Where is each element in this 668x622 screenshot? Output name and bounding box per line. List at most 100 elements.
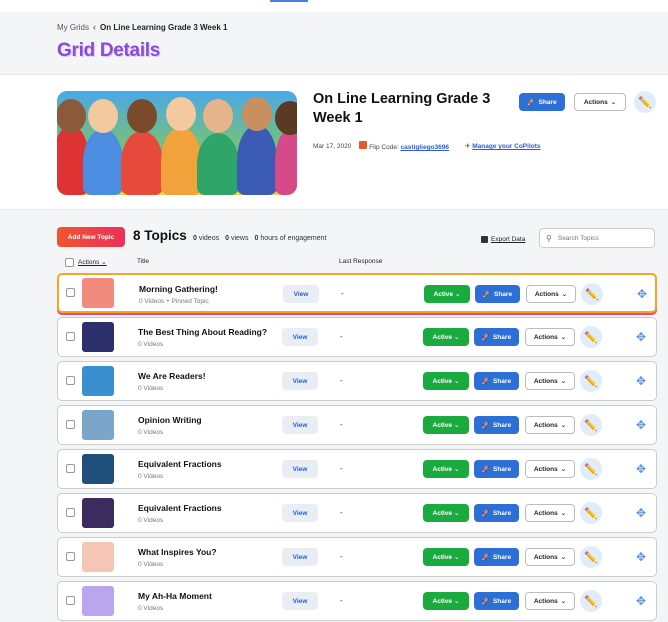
topic-edit-button[interactable]: ✏️ <box>581 283 603 305</box>
status-active-dropdown[interactable]: Active ⌄ <box>423 548 469 566</box>
view-button[interactable]: View <box>282 372 318 390</box>
topic-actions-dropdown[interactable]: Actions ⌄ <box>526 285 576 303</box>
topic-share-button[interactable]: 🚀 Share <box>474 592 519 610</box>
topic-thumbnail[interactable] <box>82 498 114 528</box>
topic-thumbnail[interactable] <box>82 322 114 352</box>
row-checkbox[interactable] <box>66 288 75 297</box>
actions-column-header[interactable]: Actions ⌄ <box>78 258 107 266</box>
chevron-down-icon: ⌄ <box>560 466 567 473</box>
topic-row[interactable]: What Inspires You? 0 Videos View - Activ… <box>57 537 657 577</box>
topic-thumbnail[interactable] <box>82 454 114 484</box>
last-response-value: - <box>340 552 343 561</box>
topic-actions-dropdown[interactable]: Actions ⌄ <box>525 328 575 346</box>
breadcrumb-parent[interactable]: My Grids <box>57 23 89 32</box>
status-active-dropdown[interactable]: Active ⌄ <box>424 285 470 303</box>
topic-title[interactable]: Equivalent Fractions <box>138 503 222 513</box>
status-active-dropdown[interactable]: Active ⌄ <box>423 416 469 434</box>
manage-copilots-link[interactable]: Manage your CoPilots <box>472 143 540 150</box>
topic-title[interactable]: We Are Readers! <box>138 371 206 381</box>
status-active-dropdown[interactable]: Active ⌄ <box>423 328 469 346</box>
topic-thumbnail[interactable] <box>82 542 114 572</box>
topic-title[interactable]: Equivalent Fractions <box>138 459 222 469</box>
topic-actions-dropdown[interactable]: Actions ⌄ <box>525 372 575 390</box>
row-checkbox[interactable] <box>66 464 75 473</box>
topic-row[interactable]: Morning Gathering! 0 Videos + Pinned Top… <box>57 273 657 313</box>
topic-actions-dropdown[interactable]: Actions ⌄ <box>525 504 575 522</box>
topic-row[interactable]: We Are Readers! 0 Videos View - Active ⌄ … <box>57 361 657 401</box>
row-checkbox[interactable] <box>66 332 75 341</box>
status-active-dropdown[interactable]: Active ⌄ <box>423 460 469 478</box>
view-button[interactable]: View <box>282 548 318 566</box>
move-arrows-icon[interactable]: ✥ <box>636 462 646 476</box>
topic-title[interactable]: The Best Thing About Reading? <box>138 327 267 337</box>
topic-actions-dropdown[interactable]: Actions ⌄ <box>525 416 575 434</box>
move-arrows-icon[interactable]: ✥ <box>636 374 646 388</box>
move-arrows-icon[interactable]: ✥ <box>636 506 646 520</box>
topic-actions-dropdown[interactable]: Actions ⌄ <box>525 460 575 478</box>
topic-share-button[interactable]: 🚀 Share <box>474 548 519 566</box>
chevron-down-icon: ⌄ <box>561 291 568 298</box>
move-arrows-icon[interactable]: ✥ <box>637 287 647 301</box>
topic-row[interactable]: My Ah-Ha Moment 0 Videos View - Active ⌄ … <box>57 581 657 621</box>
topic-edit-button[interactable]: ✏️ <box>580 458 602 480</box>
rocket-icon: 🚀 <box>481 334 490 341</box>
topic-edit-button[interactable]: ✏️ <box>580 502 602 524</box>
breadcrumb-current: On Line Learning Grade 3 Week 1 <box>100 22 228 32</box>
topic-row[interactable]: Equivalent Fractions 0 Videos View - Act… <box>57 449 657 489</box>
export-data-link[interactable]: Export Data <box>481 236 525 243</box>
row-checkbox[interactable] <box>66 552 75 561</box>
topic-thumbnail[interactable] <box>82 586 114 616</box>
grid-share-button[interactable]: 🚀 Share <box>519 93 565 111</box>
grid-actions-dropdown[interactable]: Actions ⌄ <box>574 93 626 111</box>
grid-edit-button[interactable]: ✏️ <box>634 91 656 113</box>
topic-thumbnail[interactable] <box>82 410 114 440</box>
status-active-dropdown[interactable]: Active ⌄ <box>423 592 469 610</box>
topic-row[interactable]: The Best Thing About Reading? 0 Videos V… <box>57 317 657 357</box>
topic-share-button[interactable]: 🚀 Share <box>474 416 519 434</box>
view-button[interactable]: View <box>282 504 318 522</box>
row-checkbox[interactable] <box>66 420 75 429</box>
view-button[interactable]: View <box>283 285 319 303</box>
view-button[interactable]: View <box>282 416 318 434</box>
topic-thumbnail[interactable] <box>82 278 114 308</box>
topic-title[interactable]: Morning Gathering! <box>139 284 218 294</box>
topic-title[interactable]: Opinion Writing <box>138 415 202 425</box>
topic-edit-button[interactable]: ✏️ <box>580 546 602 568</box>
topic-share-button[interactable]: 🚀 Share <box>474 328 519 346</box>
search-input[interactable] <box>557 234 638 242</box>
topic-edit-button[interactable]: ✏️ <box>580 414 602 436</box>
move-arrows-icon[interactable]: ✥ <box>636 550 646 564</box>
topic-share-button[interactable]: 🚀 Share <box>474 372 519 390</box>
move-arrows-icon[interactable]: ✥ <box>636 330 646 344</box>
move-arrows-icon[interactable]: ✥ <box>636 594 646 608</box>
topic-row[interactable]: Opinion Writing 0 Videos View - Active ⌄ … <box>57 405 657 445</box>
view-button[interactable]: View <box>282 592 318 610</box>
row-checkbox[interactable] <box>66 376 75 385</box>
topic-share-button[interactable]: 🚀 Share <box>475 285 520 303</box>
view-button[interactable]: View <box>282 328 318 346</box>
status-active-dropdown[interactable]: Active ⌄ <box>423 504 469 522</box>
topic-share-button[interactable]: 🚀 Share <box>474 504 519 522</box>
topic-actions-dropdown[interactable]: Actions ⌄ <box>525 548 575 566</box>
status-active-dropdown[interactable]: Active ⌄ <box>423 372 469 390</box>
pencil-icon: ✏️ <box>584 551 598 564</box>
move-arrows-icon[interactable]: ✥ <box>636 418 646 432</box>
view-button[interactable]: View <box>282 460 318 478</box>
title-column-header: Title <box>137 258 150 265</box>
search-box[interactable]: ⚲ <box>539 228 655 248</box>
topic-edit-button[interactable]: ✏️ <box>580 590 602 612</box>
topic-edit-button[interactable]: ✏️ <box>580 370 602 392</box>
add-new-topic-button[interactable]: Add New Topic <box>57 227 125 247</box>
topic-share-button[interactable]: 🚀 Share <box>474 460 519 478</box>
topic-edit-button[interactable]: ✏️ <box>580 326 602 348</box>
pencil-icon: ✏️ <box>584 375 598 388</box>
topic-row[interactable]: Equivalent Fractions 0 Videos View - Act… <box>57 493 657 533</box>
topic-thumbnail[interactable] <box>82 366 114 396</box>
row-checkbox[interactable] <box>66 596 75 605</box>
topic-actions-dropdown[interactable]: Actions ⌄ <box>525 592 575 610</box>
flip-code-link[interactable]: castigliego3696 <box>401 144 449 151</box>
topic-title[interactable]: What Inspires You? <box>138 547 217 557</box>
topic-title[interactable]: My Ah-Ha Moment <box>138 591 212 601</box>
select-all-checkbox[interactable] <box>65 258 74 267</box>
row-checkbox[interactable] <box>66 508 75 517</box>
